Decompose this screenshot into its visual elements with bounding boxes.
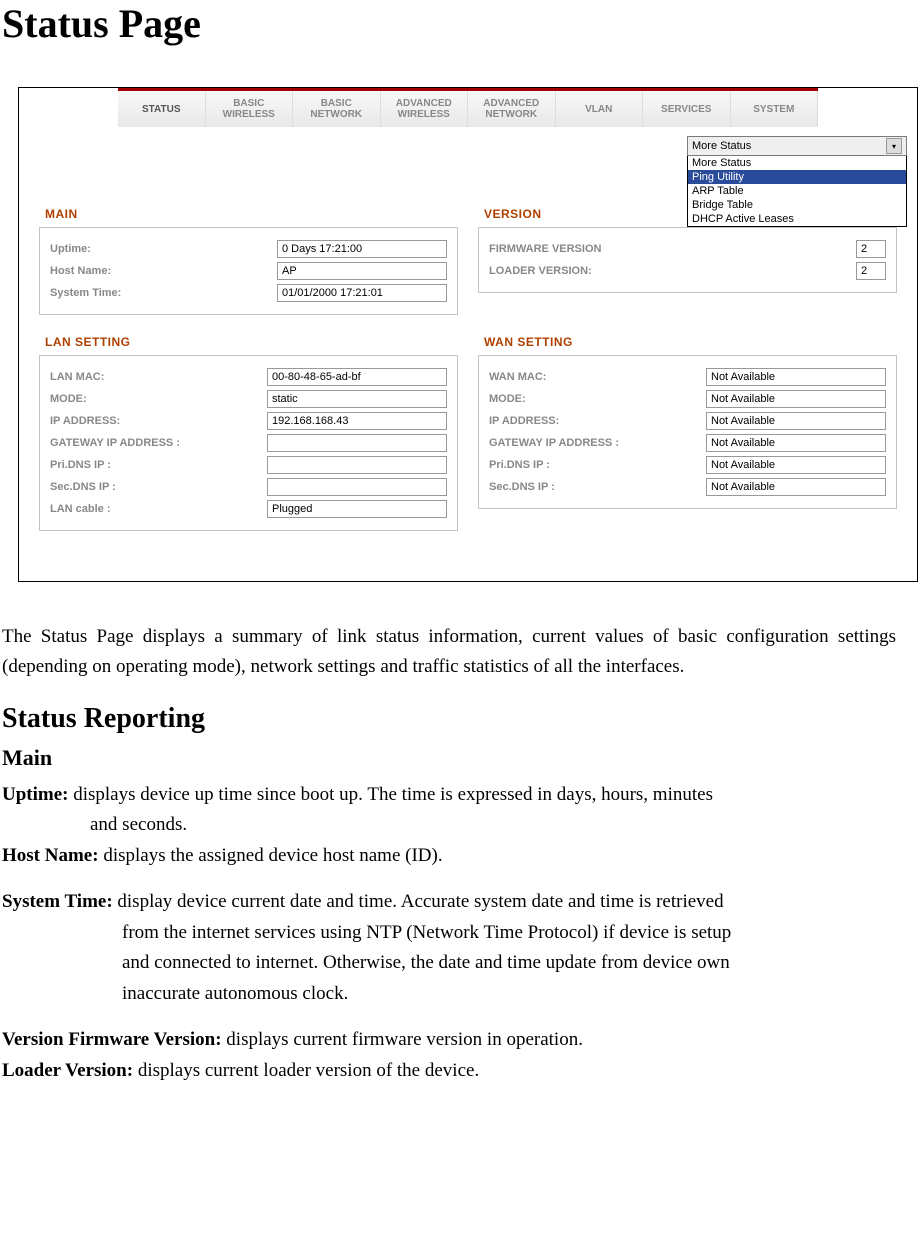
tab-services[interactable]: SERVICES [643,91,731,127]
dropdown-option-arp-table[interactable]: ARP Table [688,184,906,198]
dropdown-option-ping-utility[interactable]: Ping Utility [688,170,906,184]
tab-basic-network[interactable]: BASIC NETWORK [293,91,381,127]
lan-ip-field [267,412,447,430]
firmware-version-label: FIRMWARE VERSION [489,243,856,255]
wan-pdns-label: Pri.DNS IP : [489,459,706,471]
more-status-dropdown[interactable]: More Status ▾ More Status Ping Utility A… [687,136,907,227]
chevron-down-icon[interactable]: ▾ [886,138,902,154]
status-screenshot: STATUS BASIC WIRELESS BASIC NETWORK ADVA… [18,87,918,582]
wan-panel: WAN MAC: MODE: IP ADDRESS: GATEWAY IP AD… [478,355,897,509]
uptime-label: Uptime: [50,243,277,255]
tab-system[interactable]: SYSTEM [731,91,819,127]
tab-status[interactable]: STATUS [118,91,206,127]
tab-vlan[interactable]: VLAN [556,91,644,127]
hostname-label: Host Name: [50,265,277,277]
def-hostname-text: displays the assigned device host name (… [99,845,443,866]
lan-pdns-field [267,456,447,474]
wan-mac-field [706,368,886,386]
def-uptime-text-2: and seconds. [90,814,187,835]
tab-basic-wireless[interactable]: BASIC WIRELESS [206,91,294,127]
main-panel-title: MAIN [45,207,458,221]
lan-mac-field [267,368,447,386]
wan-gw-label: GATEWAY IP ADDRESS : [489,437,706,449]
def-systime-text: display device current date and time. Ac… [113,891,724,912]
wan-sdns-field [706,478,886,496]
systime-field [277,284,447,302]
wan-panel-title: WAN SETTING [484,335,897,349]
page-title: Status Page [2,0,896,47]
main-heading: Main [2,745,896,771]
status-reporting-heading: Status Reporting [2,703,896,735]
systime-label: System Time: [50,287,277,299]
version-panel: FIRMWARE VERSION LOADER VERSION: [478,227,897,293]
def-systime-text-2: from the internet services using NTP (Ne… [122,922,731,943]
lan-cable-label: LAN cable : [50,503,267,515]
def-systime-term: System Time: [2,891,113,912]
wan-ip-field [706,412,886,430]
definitions: Uptime: displays device up time since bo… [2,781,896,1086]
lan-sdns-field [267,478,447,496]
wan-ip-label: IP ADDRESS: [489,415,706,427]
tab-advanced-wireless[interactable]: ADVANCED WIRELESS [381,91,469,127]
lan-sdns-label: Sec.DNS IP : [50,481,267,493]
def-systime-text-3: and connected to internet. Otherwise, th… [122,952,730,973]
uptime-field [277,240,447,258]
wan-pdns-field [706,456,886,474]
loader-version-label: LOADER VERSION: [489,265,856,277]
lan-gw-label: GATEWAY IP ADDRESS : [50,437,267,449]
main-panel: Uptime: Host Name: System Time: [39,227,458,315]
status-description: The Status Page displays a summary of li… [2,622,896,683]
def-uptime-text: displays device up time since boot up. T… [68,784,713,805]
def-loader-text: displays current loader version of the d… [133,1060,479,1081]
tab-advanced-network[interactable]: ADVANCED NETWORK [468,91,556,127]
hostname-field [277,262,447,280]
lan-pdns-label: Pri.DNS IP : [50,459,267,471]
def-loader-term: Loader Version: [2,1060,133,1081]
dropdown-option-dhcp-leases[interactable]: DHCP Active Leases [688,212,906,226]
wan-gw-field [706,434,886,452]
lan-panel: LAN MAC: MODE: IP ADDRESS: GATEWAY IP AD… [39,355,458,531]
lan-mode-label: MODE: [50,393,267,405]
lan-cable-field [267,500,447,518]
dropdown-selected: More Status [692,140,751,152]
lan-mac-label: LAN MAC: [50,371,267,383]
wan-sdns-label: Sec.DNS IP : [489,481,706,493]
lan-gw-field [267,434,447,452]
wan-mode-field [706,390,886,408]
dropdown-option-bridge-table[interactable]: Bridge Table [688,198,906,212]
def-systime-text-4: inaccurate autonomous clock. [122,983,348,1004]
lan-mode-field [267,390,447,408]
lan-panel-title: LAN SETTING [45,335,458,349]
firmware-version-field [856,240,886,258]
wan-mac-label: WAN MAC: [489,371,706,383]
def-uptime-term: Uptime: [2,784,68,805]
nav-bar: STATUS BASIC WIRELESS BASIC NETWORK ADVA… [118,88,818,127]
loader-version-field [856,262,886,280]
def-firmware-text: displays current firmware version in ope… [222,1029,583,1050]
wan-mode-label: MODE: [489,393,706,405]
dropdown-option-more-status[interactable]: More Status [688,156,906,170]
def-firmware-term: Version Firmware Version: [2,1029,222,1050]
def-hostname-term: Host Name: [2,845,99,866]
lan-ip-label: IP ADDRESS: [50,415,267,427]
